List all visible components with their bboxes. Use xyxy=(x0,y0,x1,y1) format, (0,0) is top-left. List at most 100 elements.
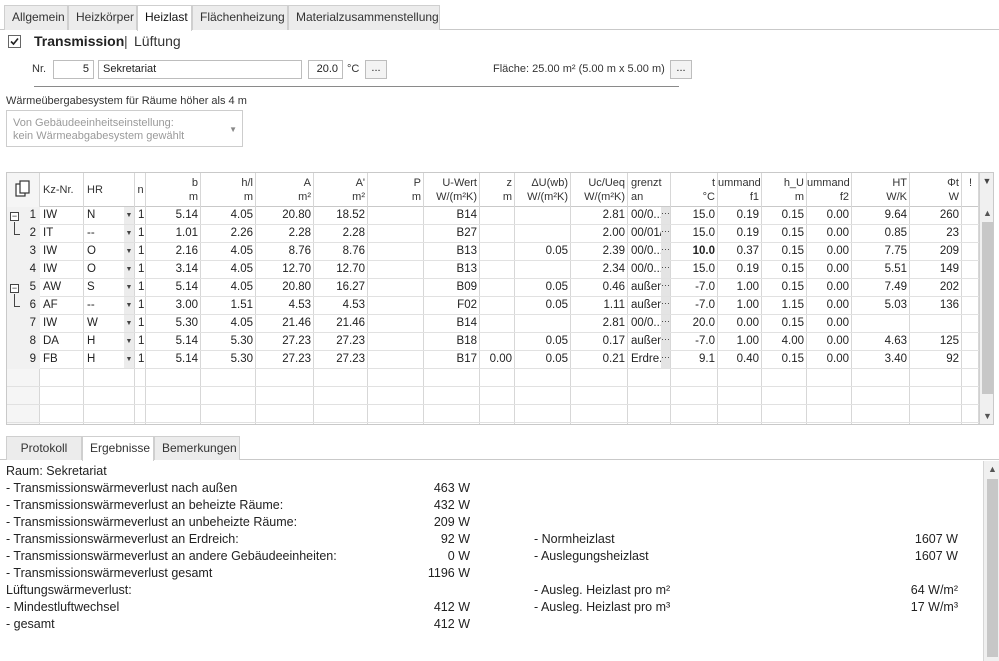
tab-flaechenheizung[interactable]: Flächenheizung xyxy=(192,5,288,30)
cell-t[interactable]: 15.0 xyxy=(671,261,718,279)
cell-z[interactable] xyxy=(480,279,515,297)
header-uc-ueq[interactable]: Uc/Ueq W/(m²K) xyxy=(571,173,628,206)
cell-a[interactable]: 8.76 xyxy=(256,243,314,261)
header-grenzt[interactable]: grenzt an xyxy=(628,173,671,206)
cell-kz-nr[interactable]: IW xyxy=(40,261,84,279)
cell-phi-t[interactable]: 23 xyxy=(910,225,962,243)
cell-u-wert[interactable]: B18 xyxy=(424,333,480,351)
cell-f1[interactable]: 1.00 xyxy=(718,297,762,315)
cell-grenzt[interactable]: 00/0... xyxy=(628,315,662,333)
cell-u-wert[interactable]: B13 xyxy=(424,243,480,261)
header-icon[interactable] xyxy=(7,173,40,206)
tab-protokoll[interactable]: Protokoll xyxy=(6,436,82,460)
hr-dropdown-icon[interactable]: ▼ xyxy=(124,279,134,296)
column-menu-icon[interactable]: ▼ xyxy=(979,173,993,206)
cell-f2[interactable]: 0.00 xyxy=(807,351,852,369)
grenzt-more-icon[interactable]: ⋯ xyxy=(661,333,670,350)
cell-u-wert[interactable]: B17 xyxy=(424,351,480,369)
cell-delta-u[interactable] xyxy=(515,261,571,279)
cell-u-wert[interactable]: B09 xyxy=(424,279,480,297)
cell-ht[interactable]: 0.85 xyxy=(852,225,910,243)
cell-b[interactable]: 5.14 xyxy=(146,351,201,369)
cell-t[interactable]: 15.0 xyxy=(671,207,718,225)
cell-u-wert[interactable]: B14 xyxy=(424,315,480,333)
hr-dropdown-icon[interactable]: ▼ xyxy=(124,297,134,314)
header-hr[interactable]: HR xyxy=(84,173,135,206)
cell-b[interactable]: 3.14 xyxy=(146,261,201,279)
cell-h-l[interactable]: 4.05 xyxy=(201,243,256,261)
copy-icon[interactable] xyxy=(15,180,31,198)
cell-kz-nr[interactable]: AF xyxy=(40,297,84,315)
cell-u-wert[interactable]: F02 xyxy=(424,297,480,315)
cell-grenzt[interactable]: 00/0... xyxy=(628,243,662,261)
cell-grenzt[interactable]: außen xyxy=(628,333,662,351)
cell-f2[interactable]: 0.00 xyxy=(807,279,852,297)
cell-delta-u[interactable] xyxy=(515,207,571,225)
transmission-checkbox[interactable] xyxy=(8,35,21,48)
cell-h-u[interactable]: 0.15 xyxy=(762,315,807,333)
cell-u-wert[interactable]: B13 xyxy=(424,261,480,279)
lueftung-label[interactable]: Lüftung xyxy=(134,33,181,49)
cell-h-l[interactable]: 4.05 xyxy=(201,261,256,279)
cell-delta-u[interactable]: 0.05 xyxy=(515,297,571,315)
cell-a-prime[interactable]: 4.53 xyxy=(314,297,368,315)
cell-uc-ueq[interactable]: 0.17 xyxy=(571,333,628,351)
cell-n[interactable]: 1 xyxy=(135,261,146,279)
table-row[interactable]: 9 FB H 1 5.14 5.30 27.23 27.23 B17 0.00 0.05 0.21 Er… xyxy=(7,351,979,369)
cell-grenzt[interactable]: 00/0... xyxy=(628,207,662,225)
hr-dropdown-icon[interactable]: ▼ xyxy=(124,207,134,224)
cell-a[interactable]: 21.46 xyxy=(256,315,314,333)
cell-f2[interactable]: 0.00 xyxy=(807,243,852,261)
cell-phi-t[interactable]: 149 xyxy=(910,261,962,279)
table-row[interactable]: 5 AW S 1 5.14 4.05 20.80 16.27 B09 0.05 0.46 außen -… xyxy=(7,279,979,297)
cell-kz-nr[interactable]: AW xyxy=(40,279,84,297)
cell-u-wert[interactable]: B27 xyxy=(424,225,480,243)
grenzt-more-icon[interactable]: ⋯ xyxy=(661,243,670,260)
cell-delta-u[interactable]: 0.05 xyxy=(515,279,571,297)
cell-a-prime[interactable]: 27.23 xyxy=(314,333,368,351)
cell-p[interactable] xyxy=(368,261,424,279)
header-h-l[interactable]: h/l m xyxy=(201,173,256,206)
cell-f2[interactable]: 0.00 xyxy=(807,225,852,243)
cell-a-prime[interactable]: 18.52 xyxy=(314,207,368,225)
cell-h-l[interactable]: 4.05 xyxy=(201,315,256,333)
cell-uc-ueq[interactable]: 0.21 xyxy=(571,351,628,369)
cell-h-u[interactable]: 1.15 xyxy=(762,297,807,315)
tab-materialzusammenstellung[interactable]: Materialzusammenstellung xyxy=(288,5,440,30)
table-row[interactable]: 8 DA H 1 5.14 5.30 27.23 27.23 B18 0.05 0.17 außen -… xyxy=(7,333,979,351)
table-row[interactable] xyxy=(7,369,979,387)
cell-n[interactable]: 1 xyxy=(135,279,146,297)
hr-dropdown-icon[interactable]: ▼ xyxy=(124,315,134,332)
cell-kz-nr[interactable]: IT xyxy=(40,225,84,243)
cell-f1[interactable]: 1.00 xyxy=(718,333,762,351)
cell-h-u[interactable]: 0.15 xyxy=(762,225,807,243)
tab-heizkoerper[interactable]: Heizkörper xyxy=(68,5,137,30)
grid-scrollbar[interactable]: ▲ ▼ xyxy=(979,206,993,424)
header-warn[interactable]: ! xyxy=(962,173,979,206)
results-scroll-thumb[interactable] xyxy=(987,479,998,657)
tab-bemerkungen[interactable]: Bemerkungen xyxy=(154,436,240,460)
cell-kz-nr[interactable]: DA xyxy=(40,333,84,351)
cell-h-l[interactable]: 2.26 xyxy=(201,225,256,243)
cell-grenzt[interactable]: außen xyxy=(628,279,662,297)
cell-t[interactable]: -7.0 xyxy=(671,297,718,315)
cell-a-prime[interactable]: 2.28 xyxy=(314,225,368,243)
cell-phi-t[interactable]: 209 xyxy=(910,243,962,261)
cell-p[interactable] xyxy=(368,207,424,225)
cell-a-prime[interactable]: 27.23 xyxy=(314,351,368,369)
cell-a-prime[interactable]: 21.46 xyxy=(314,315,368,333)
cell-t[interactable]: 9.1 xyxy=(671,351,718,369)
cell-b[interactable]: 2.16 xyxy=(146,243,201,261)
header-delta-u[interactable]: ΔU(wb) W/(m²K) xyxy=(515,173,571,206)
cell-t[interactable]: 20.0 xyxy=(671,315,718,333)
cell-f1[interactable]: 0.40 xyxy=(718,351,762,369)
cell-phi-t[interactable]: 260 xyxy=(910,207,962,225)
cell-n[interactable]: 1 xyxy=(135,225,146,243)
cell-p[interactable] xyxy=(368,315,424,333)
cell-z[interactable] xyxy=(480,261,515,279)
header-t[interactable]: t °C xyxy=(671,173,718,206)
cell-phi-t[interactable]: 202 xyxy=(910,279,962,297)
table-row[interactable]: 6 AF -- 1 3.00 1.51 4.53 4.53 F02 0.05 1.11 außen -7… xyxy=(7,297,979,315)
room-number-input[interactable]: 5 xyxy=(53,60,94,79)
cell-delta-u[interactable]: 0.05 xyxy=(515,243,571,261)
